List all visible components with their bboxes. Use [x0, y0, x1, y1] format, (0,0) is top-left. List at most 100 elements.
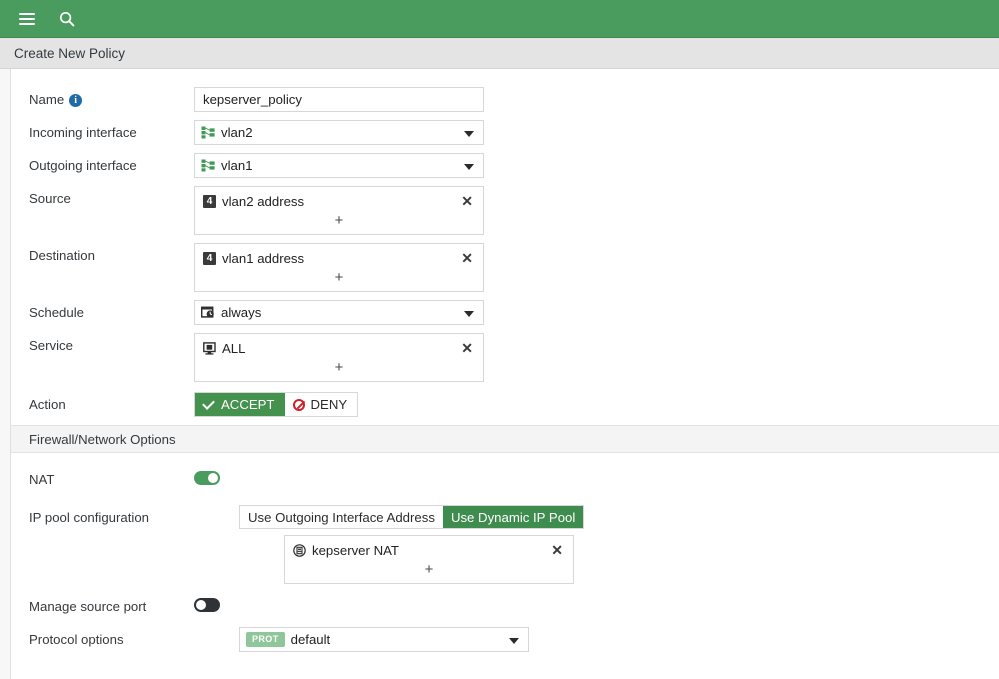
ipv4-address-icon: 4	[203, 251, 216, 265]
service-item-label: ALL	[222, 340, 246, 356]
label-outgoing-interface: Outgoing interface	[29, 158, 137, 173]
deny-button-label: DENY	[310, 397, 348, 412]
field-row-action: Action ACCEPT DENY	[11, 392, 999, 417]
field-row-service: Service ALL ✕ +	[11, 333, 999, 382]
remove-destination-item-button[interactable]: ✕	[459, 251, 475, 265]
seg-use-dynamic-ip-pool[interactable]: Use Dynamic IP Pool	[442, 506, 584, 528]
source-control: 4 vlan2 address ✕ +	[194, 186, 484, 235]
label-schedule: Schedule	[29, 305, 84, 320]
deny-button[interactable]: DENY	[284, 393, 358, 416]
label-action: Action	[29, 397, 66, 412]
ipv4-address-icon: 4	[203, 194, 216, 208]
info-icon[interactable]: i	[69, 94, 83, 107]
ip-pool-control: Use Outgoing Interface Address Use Dynam…	[239, 505, 585, 584]
remove-ip-pool-item-button[interactable]: ✕	[549, 543, 565, 557]
check-icon	[202, 396, 215, 410]
add-source-button[interactable]: +	[195, 212, 483, 232]
schedule-control: always	[194, 300, 484, 325]
label-name: Name i	[29, 87, 194, 111]
field-row-destination: Destination 4 vlan1 address ✕ +	[11, 243, 999, 292]
field-row-nat: NAT	[11, 467, 999, 491]
source-item-label: vlan2 address	[222, 193, 305, 209]
field-row-schedule: Schedule always	[11, 300, 999, 325]
chevron-down-icon	[464, 310, 474, 317]
label-ip-pool-configuration: IP pool configuration	[29, 510, 149, 525]
field-row-source: Source 4 vlan2 address ✕ +	[11, 186, 999, 235]
remove-source-item-button[interactable]: ✕	[459, 194, 475, 208]
page-title: Create New Policy	[14, 45, 126, 61]
protocol-options-control: PROT default	[239, 627, 529, 652]
section-title: Firewall/Network Options	[29, 431, 176, 447]
list-item[interactable]: 4 vlan1 address ✕	[195, 247, 483, 269]
service-monitor-icon	[203, 341, 216, 355]
list-item[interactable]: kepserver NAT ✕	[285, 539, 573, 561]
section-header-firewall-network-options: Firewall/Network Options	[11, 425, 999, 453]
field-row-protocol-options: Protocol options PROT default	[11, 627, 999, 652]
label-protocol-options: Protocol options	[29, 632, 124, 647]
ip-pool-item-label: kepserver NAT	[312, 542, 399, 558]
hamburger-menu-button[interactable]	[10, 2, 44, 36]
chevron-down-icon	[509, 637, 519, 644]
field-row-name: Name i	[11, 87, 999, 112]
nat-toggle[interactable]	[194, 471, 220, 485]
label-incoming-interface: Incoming interface	[29, 125, 137, 140]
schedule-select[interactable]: always	[194, 300, 484, 325]
chevron-down-icon	[464, 130, 474, 137]
service-control: ALL ✕ +	[194, 333, 484, 382]
schedule-clock-icon	[201, 306, 215, 319]
label-source: Source	[29, 191, 71, 206]
top-navigation-bar	[0, 0, 999, 38]
page-title-bar: Create New Policy	[0, 38, 999, 69]
schedule-value: always	[221, 305, 262, 320]
chevron-down-icon	[464, 163, 474, 170]
action-button-group: ACCEPT DENY	[194, 392, 359, 417]
outgoing-interface-select[interactable]: vlan1	[194, 153, 484, 178]
source-multivalue-box[interactable]: 4 vlan2 address ✕ +	[194, 186, 484, 235]
action-control: ACCEPT DENY	[194, 392, 359, 417]
nat-control	[194, 467, 220, 485]
name-input[interactable]	[194, 87, 484, 112]
vlan-interface-icon	[201, 126, 215, 139]
destination-item-label: vlan1 address	[222, 250, 305, 266]
add-destination-button[interactable]: +	[195, 269, 483, 289]
ip-pool-multivalue-box[interactable]: kepserver NAT ✕ +	[284, 535, 574, 584]
policy-form-panel: Namei Incoming interface	[10, 69, 999, 679]
toggle-knob	[196, 600, 206, 610]
label-nat: NAT	[29, 472, 55, 487]
list-item[interactable]: 4 vlan2 address ✕	[195, 190, 483, 212]
accept-button-label: ACCEPT	[221, 397, 275, 412]
content-area: Namei Incoming interface	[0, 69, 999, 679]
label-destination: Destination	[29, 248, 95, 263]
field-row-ip-pool-configuration: IP pool configuration Use Outgoing Inter…	[11, 505, 999, 584]
ip-pool-segmented-control: Use Outgoing Interface Address Use Dynam…	[239, 505, 585, 529]
incoming-interface-control: vlan2	[194, 120, 484, 145]
protocol-options-select[interactable]: PROT default	[239, 627, 529, 652]
ip-pool-icon	[293, 543, 306, 557]
destination-control: 4 vlan1 address ✕ +	[194, 243, 484, 292]
field-row-incoming-interface: Incoming interface vlan2	[11, 120, 999, 145]
add-ip-pool-button[interactable]: +	[285, 561, 573, 581]
search-button[interactable]	[50, 2, 84, 36]
manage-source-port-control	[194, 594, 220, 612]
list-item[interactable]: ALL ✕	[195, 337, 483, 359]
incoming-interface-select[interactable]: vlan2	[194, 120, 484, 145]
field-row-manage-source-port: Manage source port	[11, 594, 999, 618]
vlan-interface-icon	[201, 159, 215, 172]
manage-source-port-toggle[interactable]	[194, 598, 220, 612]
seg-use-outgoing-interface-address[interactable]: Use Outgoing Interface Address	[240, 506, 443, 528]
service-multivalue-box[interactable]: ALL ✕ +	[194, 333, 484, 382]
field-row-outgoing-interface: Outgoing interface vlan1	[11, 153, 999, 178]
accept-button[interactable]: ACCEPT	[195, 393, 285, 416]
incoming-interface-value: vlan2	[221, 125, 253, 140]
hamburger-menu-icon	[19, 12, 35, 25]
protocol-options-value: default	[290, 632, 331, 647]
add-service-button[interactable]: +	[195, 359, 483, 379]
label-service: Service	[29, 338, 73, 353]
protocol-badge: PROT	[246, 632, 285, 647]
name-control	[194, 87, 484, 112]
label-manage-source-port: Manage source port	[29, 599, 147, 614]
destination-multivalue-box[interactable]: 4 vlan1 address ✕ +	[194, 243, 484, 292]
no-entry-icon	[292, 398, 305, 411]
remove-service-item-button[interactable]: ✕	[459, 341, 475, 355]
outgoing-interface-control: vlan1	[194, 153, 484, 178]
